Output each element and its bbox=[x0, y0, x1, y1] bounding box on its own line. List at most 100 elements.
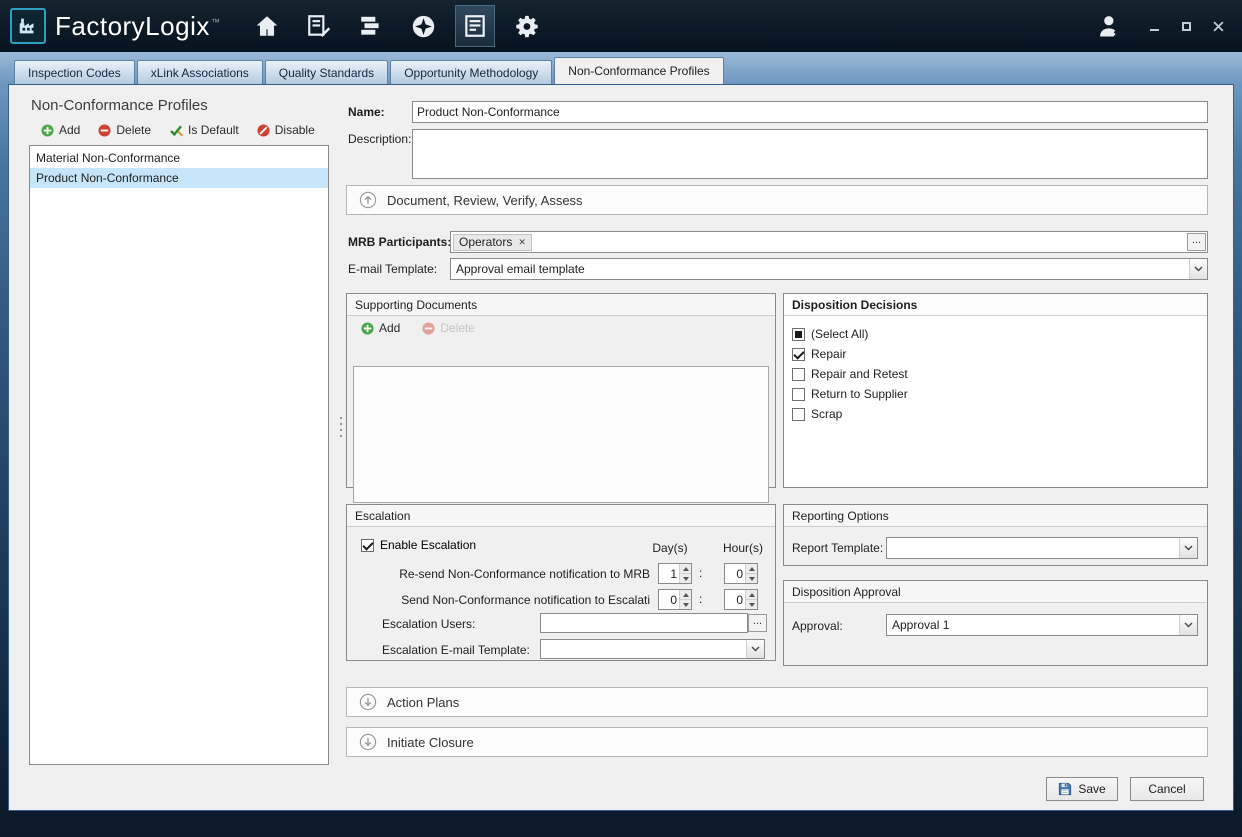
checkbox[interactable] bbox=[792, 368, 805, 381]
participant-chip: Operators ✕ bbox=[453, 234, 532, 251]
add-icon bbox=[361, 322, 374, 335]
profiles-panel: Non-Conformance Profiles Add Delete Is D… bbox=[29, 95, 329, 765]
section-initiate-closure[interactable]: Initiate Closure bbox=[346, 727, 1208, 757]
spin-down-icon[interactable] bbox=[680, 600, 691, 609]
escalation-users-browse-button[interactable]: ... bbox=[748, 614, 767, 632]
tab-strip: Inspection Codes xLink Associations Qual… bbox=[14, 57, 726, 84]
disposition-decisions-title: Disposition Decisions bbox=[784, 294, 1207, 316]
minimize-button[interactable] bbox=[1144, 16, 1164, 36]
escalation-row-mrb: Re-send Non-Conformance notification to … bbox=[347, 563, 775, 585]
spin-up-icon[interactable] bbox=[680, 590, 691, 600]
gear-icon[interactable] bbox=[508, 6, 546, 46]
days-spinner[interactable]: 0 bbox=[658, 589, 692, 610]
escalation-email-template-select[interactable] bbox=[540, 639, 765, 659]
spin-up-icon[interactable] bbox=[746, 564, 757, 574]
tab-opportunity-methodology[interactable]: Opportunity Methodology bbox=[390, 60, 552, 84]
section-action-plans[interactable]: Action Plans bbox=[346, 687, 1208, 717]
spin-up-icon[interactable] bbox=[746, 590, 757, 600]
disable-profile-button[interactable]: Disable bbox=[257, 123, 315, 137]
days-column-header: Day(s) bbox=[644, 541, 696, 555]
titlebar: FactoryLogix™ bbox=[0, 0, 1242, 52]
main-nav bbox=[248, 6, 546, 46]
hours-spinner[interactable]: 0 bbox=[724, 589, 758, 610]
titlebar-right bbox=[1096, 12, 1228, 40]
delete-icon bbox=[98, 124, 111, 137]
tab-inspection-codes[interactable]: Inspection Codes bbox=[14, 60, 135, 84]
window-frame: Inspection Codes xLink Associations Qual… bbox=[0, 52, 1242, 837]
delete-profile-button[interactable]: Delete bbox=[98, 123, 151, 137]
description-input[interactable] bbox=[412, 129, 1208, 179]
save-icon bbox=[1058, 782, 1072, 796]
home-icon[interactable] bbox=[248, 6, 286, 46]
disposition-approval-title: Disposition Approval bbox=[784, 581, 1207, 603]
spin-down-icon[interactable] bbox=[746, 574, 757, 583]
profiles-panel-title: Non-Conformance Profiles bbox=[31, 97, 329, 114]
report-template-label: Report Template: bbox=[792, 541, 883, 555]
checkbox[interactable] bbox=[792, 388, 805, 401]
save-button[interactable]: Save bbox=[1046, 777, 1118, 801]
clipboard-edit-icon[interactable] bbox=[300, 6, 338, 46]
disposition-option-return-supplier[interactable]: Return to Supplier bbox=[784, 384, 1207, 404]
quality-module-icon[interactable] bbox=[456, 6, 494, 46]
email-template-select[interactable]: Approval email template bbox=[450, 258, 1208, 280]
close-button[interactable] bbox=[1208, 16, 1228, 36]
mrb-participants-field[interactable]: Operators ✕ ... bbox=[450, 231, 1208, 253]
hours-spinner[interactable]: 0 bbox=[724, 563, 758, 584]
email-template-label: E-mail Template: bbox=[348, 262, 437, 276]
content-area: Non-Conformance Profiles Add Delete Is D… bbox=[8, 84, 1234, 811]
checkbox[interactable] bbox=[792, 328, 805, 341]
supporting-documents-title: Supporting Documents bbox=[347, 294, 775, 316]
report-template-select[interactable] bbox=[886, 537, 1198, 559]
supporting-documents-list[interactable] bbox=[353, 366, 769, 503]
spin-down-icon[interactable] bbox=[746, 600, 757, 609]
reporting-options-group: Reporting Options Report Template: bbox=[783, 504, 1208, 566]
section-document-review[interactable]: Document, Review, Verify, Assess bbox=[346, 185, 1208, 215]
chevron-down-icon[interactable] bbox=[1179, 538, 1197, 558]
name-label: Name: bbox=[348, 105, 385, 119]
reporting-options-title: Reporting Options bbox=[784, 505, 1207, 527]
days-spinner[interactable]: 1 bbox=[658, 563, 692, 584]
app-logo: FactoryLogix™ bbox=[10, 8, 220, 44]
tab-quality-standards[interactable]: Quality Standards bbox=[265, 60, 388, 84]
description-label: Description: bbox=[348, 132, 411, 146]
escalation-users-label: Escalation Users: bbox=[382, 617, 475, 631]
panel-splitter[interactable] bbox=[339, 417, 343, 447]
enable-escalation-checkbox[interactable]: Enable Escalation bbox=[361, 538, 476, 552]
chevron-down-icon[interactable] bbox=[746, 640, 764, 658]
spin-up-icon[interactable] bbox=[680, 564, 691, 574]
compass-icon[interactable] bbox=[404, 6, 442, 46]
books-icon[interactable] bbox=[352, 6, 390, 46]
is-default-button[interactable]: Is Default bbox=[169, 123, 239, 137]
escalation-users-input[interactable] bbox=[540, 613, 748, 633]
disposition-option-scrap[interactable]: Scrap bbox=[784, 404, 1207, 424]
expand-icon bbox=[359, 693, 377, 711]
remove-chip-icon[interactable]: ✕ bbox=[518, 237, 526, 248]
tab-xlink-associations[interactable]: xLink Associations bbox=[137, 60, 263, 84]
spin-down-icon[interactable] bbox=[680, 574, 691, 583]
add-profile-button[interactable]: Add bbox=[41, 123, 80, 137]
escalation-group: Escalation Enable Escalation Day(s) Hour… bbox=[346, 504, 776, 661]
list-item[interactable]: Product Non-Conformance bbox=[30, 168, 328, 188]
expand-icon bbox=[359, 733, 377, 751]
escalation-row-escalation-users: Send Non-Conformance notification to Esc… bbox=[347, 589, 775, 611]
disposition-option-select-all[interactable]: (Select All) bbox=[784, 324, 1207, 344]
add-document-button[interactable]: Add bbox=[361, 321, 400, 335]
collapse-icon bbox=[359, 191, 377, 209]
user-logout-icon[interactable] bbox=[1096, 12, 1124, 40]
disposition-option-repair-retest[interactable]: Repair and Retest bbox=[784, 364, 1207, 384]
tab-non-conformance-profiles[interactable]: Non-Conformance Profiles bbox=[554, 57, 723, 84]
list-item[interactable]: Material Non-Conformance bbox=[30, 148, 328, 168]
maximize-button[interactable] bbox=[1176, 16, 1196, 36]
checkbox[interactable] bbox=[361, 539, 374, 552]
chevron-down-icon[interactable] bbox=[1189, 259, 1207, 279]
disposition-option-repair[interactable]: Repair bbox=[784, 344, 1207, 364]
name-input[interactable] bbox=[412, 101, 1208, 123]
cancel-button[interactable]: Cancel bbox=[1130, 777, 1204, 801]
approval-select[interactable]: Approval 1 bbox=[886, 614, 1198, 636]
checkbox[interactable] bbox=[792, 348, 805, 361]
checkbox[interactable] bbox=[792, 408, 805, 421]
chevron-down-icon[interactable] bbox=[1179, 615, 1197, 635]
delete-document-button[interactable]: Delete bbox=[422, 321, 475, 335]
mrb-participants-browse-button[interactable]: ... bbox=[1187, 233, 1206, 251]
profile-editor: Name: Description: Document, Review, Ver… bbox=[346, 85, 1212, 812]
